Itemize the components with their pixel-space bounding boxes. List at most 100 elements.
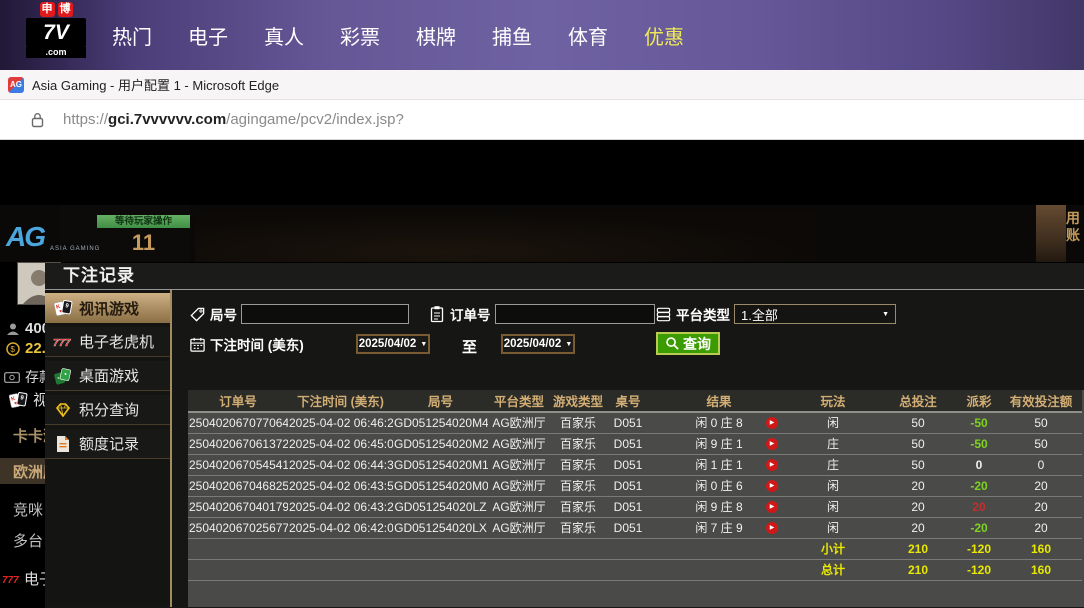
cell-total-bet: 50: [878, 454, 958, 475]
cell-total-bet: 20: [878, 517, 958, 538]
cell-valid-bet: 20: [1000, 496, 1082, 517]
replay-button[interactable]: ▶: [766, 480, 778, 492]
table-row: 250402067025677 2025-04-02 06:42:06 GD05…: [188, 517, 1082, 538]
cell-valid-bet: 20: [1000, 517, 1082, 538]
nav-item-sports[interactable]: 体育: [568, 21, 608, 50]
col-payout: 派彩: [958, 390, 1000, 412]
chevron-down-icon: ▼: [420, 341, 427, 348]
game-tile[interactable]: 等待玩家操作 11: [60, 205, 190, 262]
bet-time-group: 下注时间 (美东): [188, 334, 304, 354]
sidebar-item-label: 桌面游戏: [79, 365, 139, 386]
lock-icon[interactable]: [30, 112, 45, 128]
date-from-select[interactable]: 2025/04/02 ▼: [356, 334, 430, 354]
right-edge-partial-buttons[interactable]: 用 账: [1064, 210, 1082, 244]
total-row: 总计 210 -120 160: [188, 559, 1082, 580]
table-row: 250402067077064 2025-04-02 06:46:28 GD05…: [188, 412, 1082, 433]
cell-platform: AG欧洲厅: [488, 475, 550, 496]
sidebar-item-credit-records[interactable]: 额度记录: [45, 429, 170, 459]
cell-game-type: 百家乐: [550, 454, 606, 475]
replay-button[interactable]: ▶: [766, 501, 778, 513]
total-bet: 210: [878, 559, 958, 580]
cards-icon: K♥9: [53, 298, 73, 318]
cell-wanfa: 庄: [788, 454, 878, 475]
total-valid: 160: [1000, 559, 1082, 580]
table-header-row: 订单号 下注时间 (美东) 局号 平台类型 游戏类型 桌号 结果 玩法 总投注: [188, 390, 1082, 412]
nav-item-hot[interactable]: 热门: [112, 21, 152, 50]
browser-titlebar: AG Asia Gaming - 用户配置 1 - Microsoft Edge: [0, 70, 1084, 100]
date-to-value: 2025/04/02: [504, 338, 562, 350]
sidebar-item-points[interactable]: 积分查询: [45, 395, 170, 425]
ag-watermark-logo: AG: [6, 221, 44, 253]
nav-item-lottery[interactable]: 彩票: [340, 21, 380, 50]
search-button[interactable]: 查询: [656, 332, 720, 355]
platform-type-select[interactable]: 1.全部 ▼: [734, 304, 896, 324]
nav-item-fishing[interactable]: 捕鱼: [492, 21, 532, 50]
video-strip: 等待玩家操作 11 AG ASIA GAMING 用 账: [0, 205, 1084, 262]
tag-icon: [188, 305, 206, 323]
nav-item-promo[interactable]: 优惠: [644, 21, 684, 50]
col-order-no: 订单号: [188, 390, 288, 412]
cell-valid-bet: 0: [1000, 454, 1082, 475]
cell-platform: AG欧洲厅: [488, 412, 550, 433]
subtotal-row: 小计 210 -120 160: [188, 538, 1082, 559]
search-icon: [665, 336, 680, 351]
col-valid-bet: 有效投注额: [1000, 390, 1082, 412]
window-title: Asia Gaming - 用户配置 1 - Microsoft Edge: [32, 75, 279, 94]
result-text: 闲 9 庄 1: [695, 437, 742, 451]
slot-777-icon: 777: [2, 572, 19, 586]
modal-content: 局号 订单号 平台类型 1.全部 ▼: [172, 290, 1084, 607]
partial-account-button[interactable]: 账: [1064, 227, 1082, 244]
url-host: gci.7vvvvvv.com: [108, 111, 226, 128]
cell-total-bet: 20: [878, 475, 958, 496]
calendar-icon: [188, 335, 206, 353]
round-no-group: 局号: [188, 304, 409, 324]
waiting-countdown: 11: [97, 230, 190, 256]
total-label: 总计: [788, 559, 878, 580]
coin-icon: $: [6, 342, 20, 356]
sidebar-item-label: 视讯游戏: [79, 298, 139, 319]
nav-item-board[interactable]: 棋牌: [416, 21, 456, 50]
bg-menu-jingmi[interactable]: 竞咪: [13, 499, 43, 520]
cell-platform: AG欧洲厅: [488, 517, 550, 538]
browser-urlbar[interactable]: https://gci.7vvvvvv.com/agingame/pcv2/in…: [0, 100, 1084, 140]
partial-user-button[interactable]: 用: [1064, 210, 1082, 227]
sidebar-item-slots[interactable]: 777 电子老虎机: [45, 327, 170, 357]
col-round-no: 局号: [393, 390, 488, 412]
url-text[interactable]: https://gci.7vvvvvv.com/agingame/pcv2/in…: [63, 111, 404, 128]
replay-button[interactable]: ▶: [766, 438, 778, 450]
replay-button[interactable]: ▶: [766, 417, 778, 429]
cell-game-type: 百家乐: [550, 496, 606, 517]
url-prefix: https://: [63, 111, 108, 128]
platform-type-label: 平台类型: [676, 304, 730, 324]
cell-table-no: D051: [606, 454, 650, 475]
cell-payout: -20: [958, 517, 1000, 538]
sidebar-item-table-games[interactable]: 桌面游戏: [45, 361, 170, 391]
cell-platform: AG欧洲厅: [488, 433, 550, 454]
nav-item-slots[interactable]: 电子: [188, 21, 228, 50]
to-label: 至: [462, 336, 477, 357]
list-icon: [654, 305, 672, 323]
cell-wanfa: 闲: [788, 496, 878, 517]
cell-table-no: D051: [606, 496, 650, 517]
replay-button[interactable]: ▶: [766, 459, 778, 471]
date-to-select[interactable]: 2025/04/02 ▼: [501, 334, 575, 354]
site-logo[interactable]: 申 博 7V .com: [26, 2, 86, 58]
replay-button[interactable]: ▶: [766, 522, 778, 534]
cell-round-no: GD051254020M1: [393, 454, 488, 475]
svg-text:777: 777: [2, 575, 19, 586]
gem-icon: [53, 400, 73, 420]
round-no-input[interactable]: [241, 304, 409, 324]
order-no-input[interactable]: [495, 304, 655, 324]
sidebar-item-video-games[interactable]: K♥9 视讯游戏: [45, 293, 170, 323]
cell-total-bet: 50: [878, 412, 958, 433]
cell-round-no: GD051254020LX: [393, 517, 488, 538]
cell-result: 闲 1 庄 1▶: [650, 454, 788, 475]
col-result: 结果: [650, 390, 788, 412]
cell-payout: -50: [958, 433, 1000, 454]
sidebar-item-label: 额度记录: [79, 433, 139, 454]
bg-menu-duotai[interactable]: 多台: [13, 530, 43, 551]
total-payout: -120: [958, 559, 1000, 580]
cell-game-type: 百家乐: [550, 475, 606, 496]
nav-item-live[interactable]: 真人: [264, 21, 304, 50]
cell-result: 闲 9 庄 1 ▶: [650, 433, 788, 454]
